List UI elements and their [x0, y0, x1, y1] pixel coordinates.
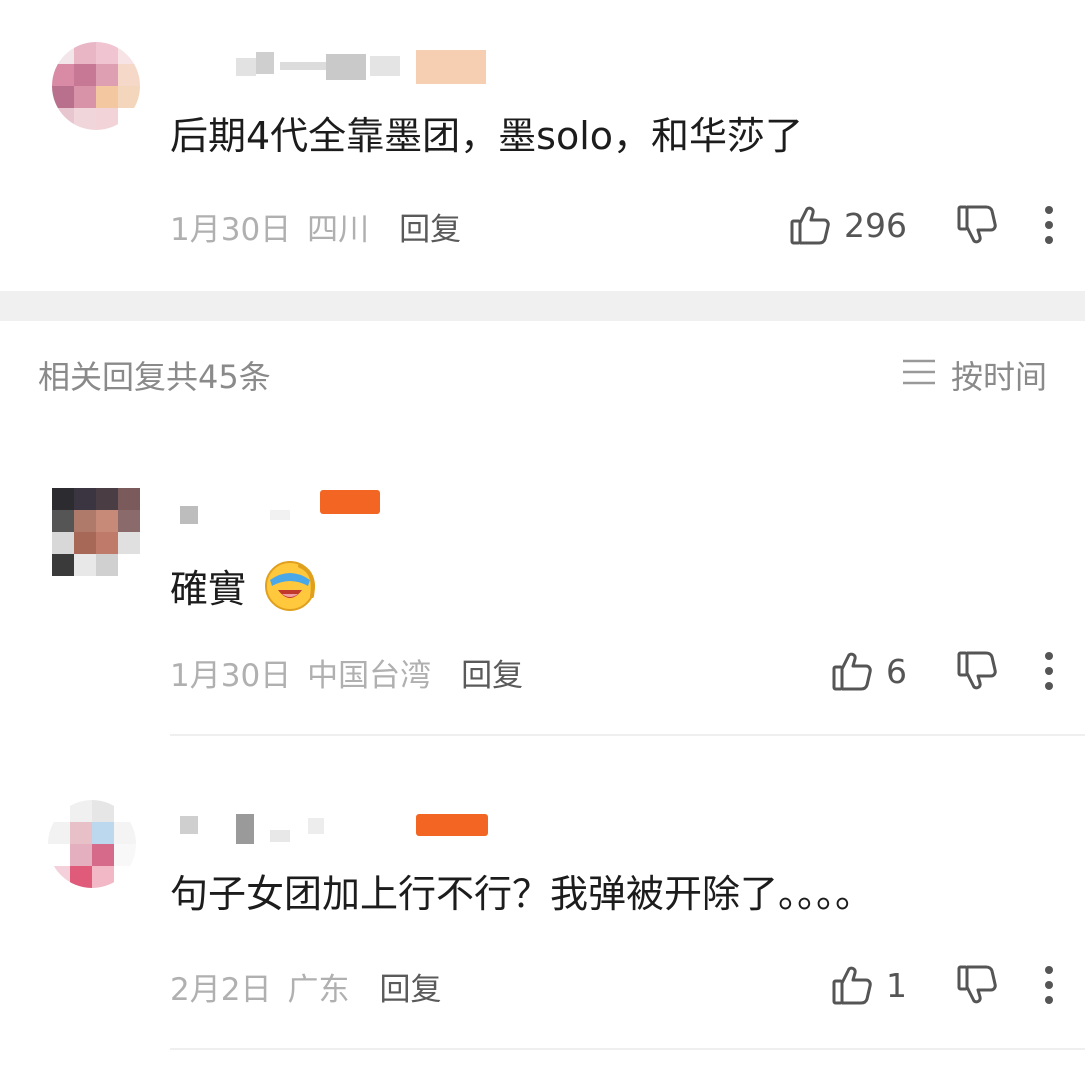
comment-thread: 后期4代全靠墨团，墨solo，和华莎了 1月30日 四川 回复 296 相关回复…: [0, 0, 1085, 1080]
username-redacted[interactable]: [180, 810, 500, 844]
more-vertical-icon[interactable]: [1043, 965, 1055, 1005]
thumb-down-icon[interactable]: [955, 963, 999, 1007]
like-count: 296: [844, 205, 907, 245]
like-button[interactable]: 296: [788, 203, 907, 247]
comment-text[interactable]: 確實: [170, 556, 318, 623]
thumb-up-icon: [788, 203, 832, 247]
thumb-down-icon[interactable]: [955, 649, 999, 693]
comment-meta: 2月2日 广东 回复: [170, 964, 441, 1009]
comment-date: 2月2日: [170, 972, 272, 1008]
reply-divider: [170, 1048, 1085, 1050]
comment-date: 1月30日: [170, 212, 292, 248]
comment-text[interactable]: 后期4代全靠墨团，墨solo，和华莎了: [170, 114, 803, 160]
like-button[interactable]: 1: [830, 963, 907, 1007]
more-vertical-icon[interactable]: [1043, 651, 1055, 691]
menu-lines-icon: [901, 356, 937, 394]
like-count: 6: [886, 651, 907, 691]
thumb-up-icon: [830, 963, 874, 1007]
sort-by-time-button[interactable]: 按时间: [901, 352, 1047, 398]
avatar[interactable]: [52, 488, 140, 576]
reply-divider: [170, 734, 1085, 736]
comment-location: 中国台湾: [307, 658, 432, 694]
sort-label: 按时间: [950, 358, 1047, 396]
reply-button[interactable]: 回复: [461, 650, 523, 695]
comment-actions: 1: [830, 960, 1085, 1010]
comment-date: 1月30日: [170, 658, 292, 694]
like-count: 1: [886, 965, 907, 1005]
reply-button[interactable]: 回复: [399, 204, 461, 249]
avatar[interactable]: [52, 42, 140, 130]
comment-meta: 1月30日 中国台湾 回复: [170, 650, 523, 695]
comment-actions: 6: [830, 646, 1085, 696]
username-redacted[interactable]: [180, 484, 390, 524]
comment-location: 四川: [307, 212, 370, 248]
comment-text[interactable]: 句子女团加上行不行？我弹被开除了。。。。: [170, 872, 873, 918]
reply-button[interactable]: 回复: [379, 964, 441, 1009]
comment-location: 广东: [287, 972, 350, 1008]
related-replies-count: 相关回复共45条: [38, 358, 271, 396]
section-separator: [0, 291, 1085, 321]
more-vertical-icon[interactable]: [1043, 205, 1055, 245]
comment-meta: 1月30日 四川 回复: [170, 204, 461, 249]
avatar[interactable]: [48, 800, 136, 888]
thumb-up-icon: [830, 649, 874, 693]
like-button[interactable]: 6: [830, 649, 907, 693]
username-redacted[interactable]: [230, 48, 500, 84]
laughing-cry-emoji: [262, 556, 318, 623]
thumb-down-icon[interactable]: [955, 203, 999, 247]
comment-text-content: 確實: [170, 567, 247, 611]
comment-actions: 296: [788, 200, 1085, 250]
